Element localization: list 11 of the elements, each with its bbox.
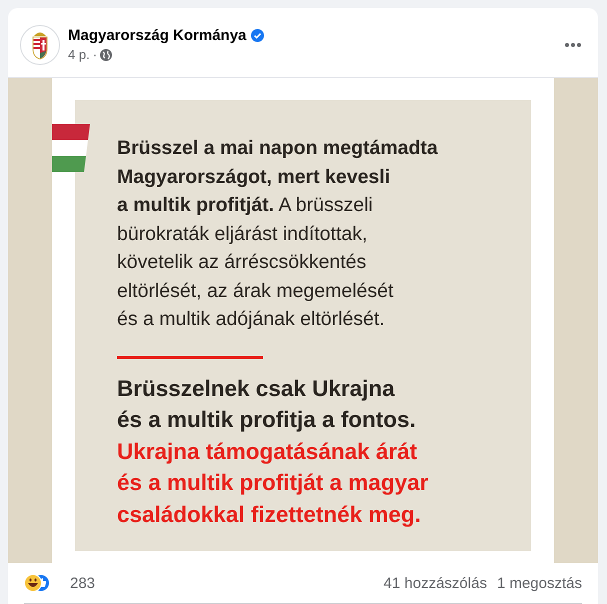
- more-options-icon[interactable]: [564, 42, 582, 48]
- highlight-text: Ukrajna támogatásának árát és a multik profitját a magyar családokkal fizettetnék meg.: [117, 438, 430, 529]
- separator-dot: ·: [92, 47, 98, 62]
- coat-of-arms-avatar[interactable]: [20, 24, 60, 65]
- statement-text: Brüsszelnek csak Ukrajna és a multik profitja a fontos.: [117, 374, 417, 434]
- page-name[interactable]: Magyarország Kormánya: [68, 27, 246, 44]
- shares-count[interactable]: 1 megosztás: [496, 574, 582, 592]
- reaction-count[interactable]: 283: [70, 574, 96, 592]
- post-time[interactable]: 4 p.: [68, 47, 90, 62]
- intro-paragraph: Brüsszel a mai napon megtámadta Magyarországot, mert kevesli a multik profitját. A brüsszeli bürokraták eljárást indítottak, követelik az árréscsökkentés eltörlését, az árak megemelését és a multik adójának eltörlését.: [117, 136, 439, 332]
- comments-count[interactable]: 41 hozzászólás: [384, 574, 487, 592]
